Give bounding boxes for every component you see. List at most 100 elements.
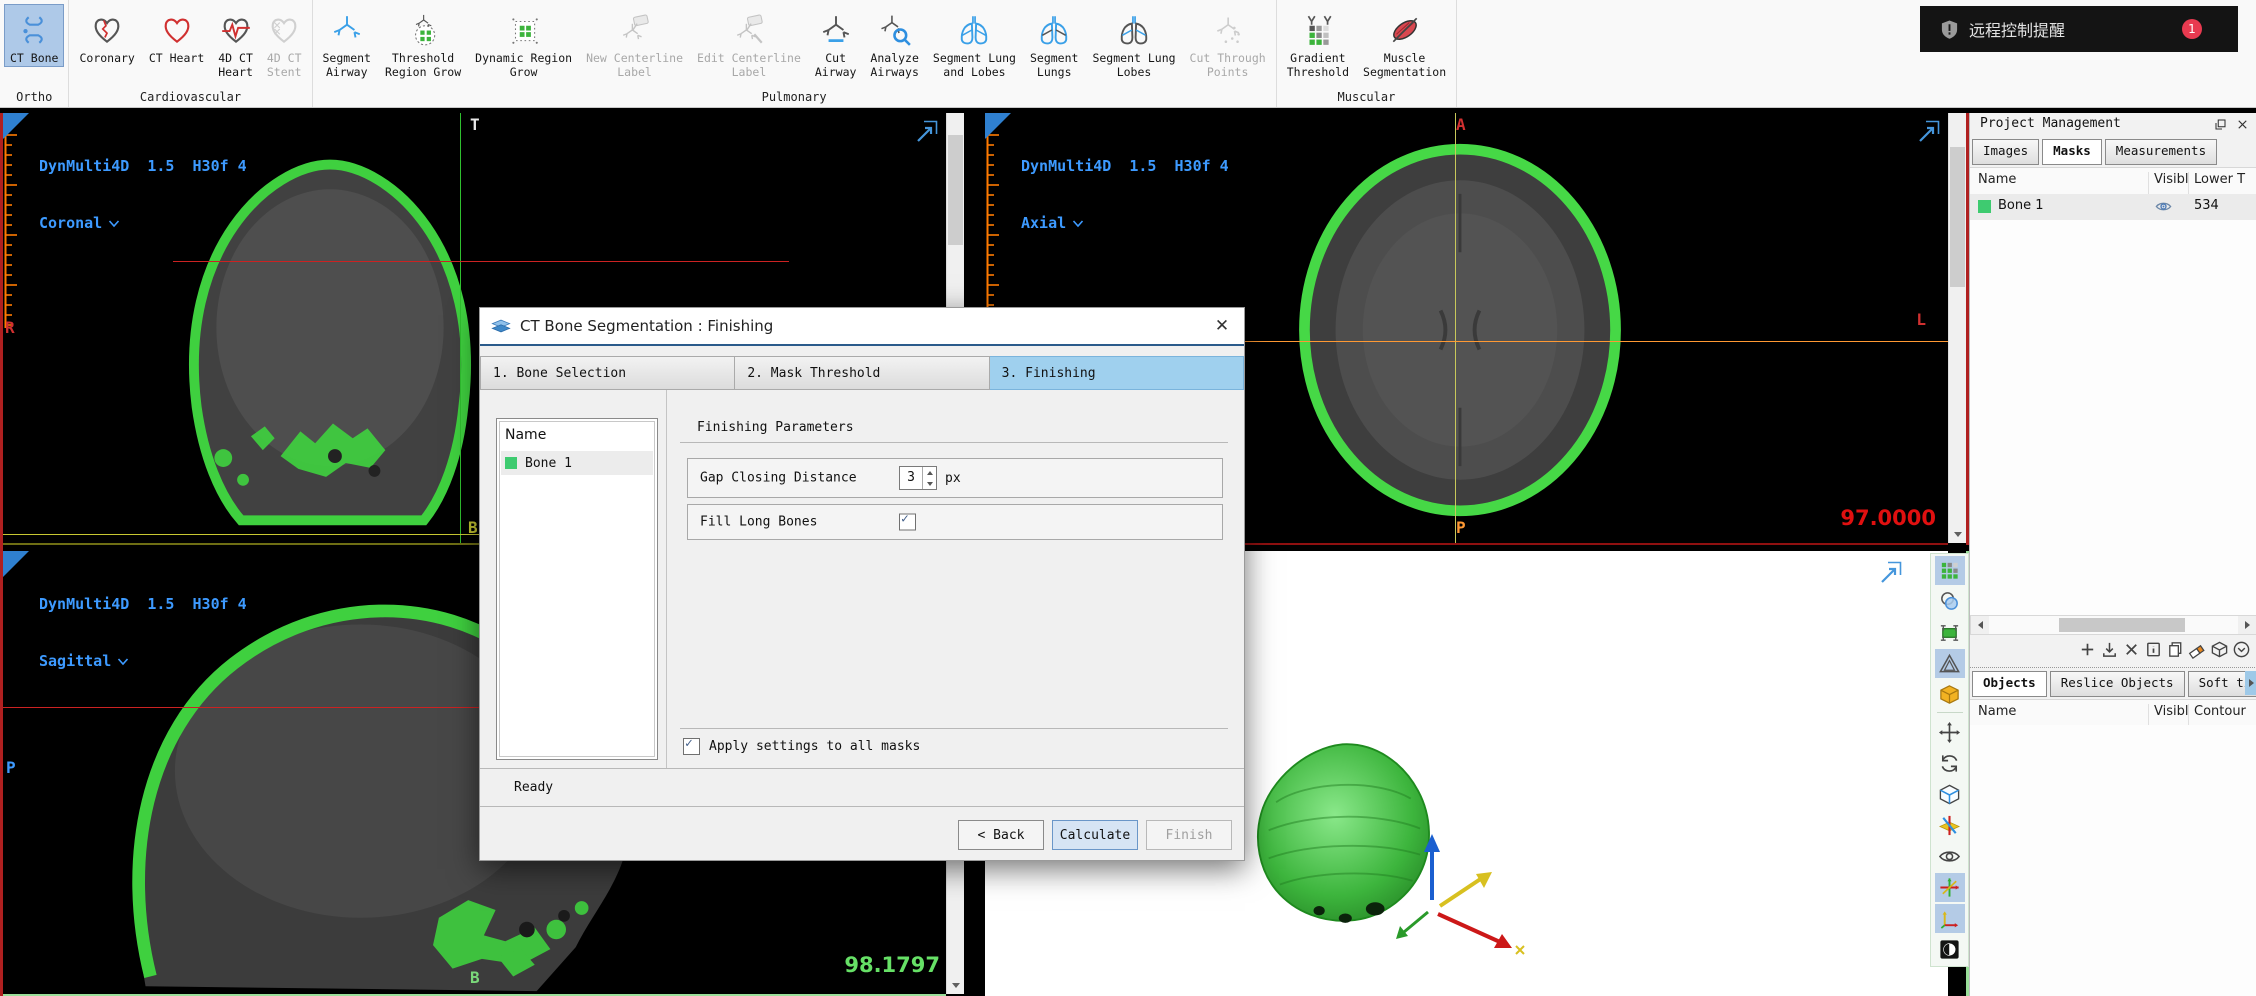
side-tool-overlap-circles[interactable] <box>1935 587 1965 616</box>
project-management-panel: Project Management Images Masks Measuremen… <box>1969 113 2256 996</box>
side-tool-window-clamp[interactable] <box>1935 618 1965 647</box>
spinner-down-button[interactable] <box>923 478 936 489</box>
object-tab-reslice-objects[interactable]: Reslice Objects <box>2049 671 2185 697</box>
toolbar-item-coronary[interactable]: Coronary <box>73 4 140 67</box>
float-panel-icon[interactable] <box>2212 116 2229 133</box>
scroll-down-button[interactable] <box>947 977 964 994</box>
toolbar-item-edit-centerline-label[interactable]: Edit Centerline Label <box>691 4 807 81</box>
orientation-marker-right: L <box>1916 310 1926 329</box>
import-icon[interactable] <box>2099 639 2119 659</box>
coronal-series-label[interactable]: DynMulti4D 1.5 H30f 4 Coronal <box>39 119 247 271</box>
series-description: DynMulti4D 1.5 H30f 4 <box>1021 157 1229 175</box>
fill-long-bones-checkbox[interactable] <box>899 512 916 531</box>
dialog-app-icon <box>491 319 511 333</box>
info-icon[interactable] <box>2143 639 2163 659</box>
scroll-right-button[interactable] <box>2238 616 2256 634</box>
scrollbar-thumb[interactable] <box>948 135 963 245</box>
toolbar-item-analyze-airways[interactable]: Analyze Airways <box>864 4 924 81</box>
toolbar-item-segment-lungs[interactable]: Segment Lungs <box>1024 4 1084 81</box>
coronal-crosshair-horizontal[interactable] <box>173 261 789 262</box>
mask-color-swatch[interactable] <box>1978 200 1991 213</box>
dialog-tab-1-bone-selection[interactable]: 1. Bone Selection <box>480 356 736 390</box>
calculate-button[interactable]: Calculate <box>1052 820 1138 850</box>
mask-list-hscrollbar[interactable] <box>1970 615 2256 635</box>
apply-all-checkbox[interactable] <box>683 736 700 755</box>
panel-divider <box>1970 667 2256 668</box>
coronal-crosshair-vertical[interactable] <box>460 113 461 543</box>
toolbar-item-segment-airway[interactable]: Segment Airway <box>317 4 377 81</box>
side-tool-measure-triangle[interactable] <box>1934 649 1965 678</box>
side-tool-invert-contrast[interactable] <box>1935 935 1965 964</box>
dialog-close-icon[interactable]: ✕ <box>1210 314 1234 338</box>
mask-table-row[interactable]: Bone 1 534 <box>1970 194 2256 220</box>
tab-scroll-button[interactable] <box>2245 671 2256 695</box>
dialog-tab-2-mask-threshold[interactable]: 2. Mask Threshold <box>735 356 990 390</box>
toolbar-item-dynamic-region-grow[interactable]: Dynamic Region Grow <box>469 4 578 81</box>
chevron-down-icon[interactable] <box>108 214 120 233</box>
dialog-mask-list[interactable]: Name Bone 1 <box>496 418 658 760</box>
toolbar-item-cut-through-points[interactable]: Cut Through Points <box>1184 4 1272 81</box>
toolbar-group-items: Coronary CT Heart 4D CT Heart 4D CT Stent <box>72 2 308 88</box>
toolbar-group-items: Segment Airway Threshold Region Grow Dynam… <box>316 2 1273 88</box>
cube-icon[interactable] <box>2209 639 2229 659</box>
delete-icon[interactable] <box>2121 639 2141 659</box>
toolbar-item-4d-ct-stent[interactable]: 4D CT Stent <box>261 4 308 81</box>
toolbar-item-ct-bone[interactable]: CT Bone <box>4 4 65 67</box>
chevron-down-icon[interactable] <box>1072 214 1084 233</box>
back-button[interactable]: < Back <box>958 820 1044 850</box>
remote-control-notification[interactable]: 远程控制提醒 1 <box>1920 6 2238 52</box>
spinner-up-button[interactable] <box>923 467 936 478</box>
maximize-viewport-icon[interactable] <box>1878 559 1904 585</box>
toolbar-item-ct-heart[interactable]: CT Heart <box>143 4 210 67</box>
toolbar-item-label: Muscle Segmentation <box>1363 51 1447 79</box>
dynamic-grow-icon <box>507 9 541 51</box>
side-tool-threshold-grid[interactable] <box>1934 556 1965 585</box>
toolbar-item-muscle-segmentation[interactable]: Muscle Segmentation <box>1357 4 1452 81</box>
copy-icon[interactable] <box>2165 639 2185 659</box>
side-tool-axis-arrows[interactable] <box>1934 904 1965 933</box>
dialog-tab-3-finishing[interactable]: 3. Finishing <box>989 356 1244 390</box>
hscrollbar-thumb[interactable] <box>2059 618 2185 632</box>
add-icon[interactable] <box>2077 639 2097 659</box>
side-tool-rotate-3d[interactable] <box>1935 749 1965 778</box>
side-tool-pan-arrows[interactable] <box>1935 718 1965 747</box>
collapse-icon[interactable] <box>2231 639 2251 659</box>
object-tab-objects[interactable]: Objects <box>1972 671 2047 697</box>
side-tool-eye-visibility[interactable] <box>1935 842 1965 871</box>
finish-button[interactable]: Finish <box>1146 820 1232 850</box>
dialog-titlebar[interactable]: CT Bone Segmentation : Finishing ✕ <box>480 308 1244 346</box>
side-tool-reslice-planes[interactable] <box>1935 811 1965 840</box>
toolbar-item-4d-ct-heart[interactable]: 4D CT Heart <box>212 4 259 81</box>
erase-icon[interactable] <box>2187 639 2207 659</box>
panel-tab-measurements[interactable]: Measurements <box>2104 139 2218 165</box>
toolbar-item-threshold-region-grow[interactable]: Threshold Region Grow <box>379 4 467 81</box>
axial-crosshair-vertical[interactable] <box>1455 113 1456 543</box>
side-tool-crosshair-axes[interactable] <box>1934 873 1965 902</box>
visibility-eye-icon[interactable] <box>2154 197 2173 220</box>
close-panel-icon[interactable] <box>2234 116 2251 133</box>
gap-distance-spinner[interactable]: 3 <box>899 466 937 490</box>
toolbar-item-cut-airway[interactable]: Cut Airway <box>809 4 863 81</box>
dialog-mask-item[interactable]: Bone 1 <box>501 451 653 475</box>
scroll-left-button[interactable] <box>1971 616 1989 634</box>
toolbar-item-label: Cut Through Points <box>1189 51 1266 79</box>
object-list-area[interactable] <box>1970 725 2256 996</box>
panel-tab-masks[interactable]: Masks <box>2042 139 2102 165</box>
maximize-viewport-icon[interactable] <box>1916 118 1942 144</box>
toolbar-item-gradient-threshold[interactable]: Gradient Threshold <box>1281 4 1355 81</box>
axial-series-label[interactable]: DynMulti4D 1.5 H30f 4 Axial <box>1021 119 1229 271</box>
toolbar-item-segment-lung-and-lobes[interactable]: Segment Lung and Lobes <box>927 4 1022 81</box>
toolbar-item-new-centerline-label[interactable]: New Centerline Label <box>580 4 689 81</box>
scroll-down-button[interactable] <box>1949 526 1966 543</box>
chevron-down-icon[interactable] <box>117 652 129 671</box>
side-tool-cube-orange[interactable] <box>1935 680 1965 709</box>
scrollbar-thumb[interactable] <box>1950 147 1965 287</box>
mask-list-area[interactable] <box>1970 220 2256 616</box>
panel-tab-images[interactable]: Images <box>1972 139 2040 165</box>
toolbar-item-segment-lung-lobes[interactable]: Segment Lung Lobes <box>1086 4 1181 81</box>
maximize-viewport-icon[interactable] <box>914 118 940 144</box>
sagittal-series-label[interactable]: DynMulti4D 1.5 H30f 4 Sagittal <box>39 557 247 709</box>
plane-name: Axial <box>1021 214 1067 232</box>
side-tool-cube-3d[interactable] <box>1935 780 1965 809</box>
axial-slice-scrollbar[interactable] <box>1948 113 1966 543</box>
